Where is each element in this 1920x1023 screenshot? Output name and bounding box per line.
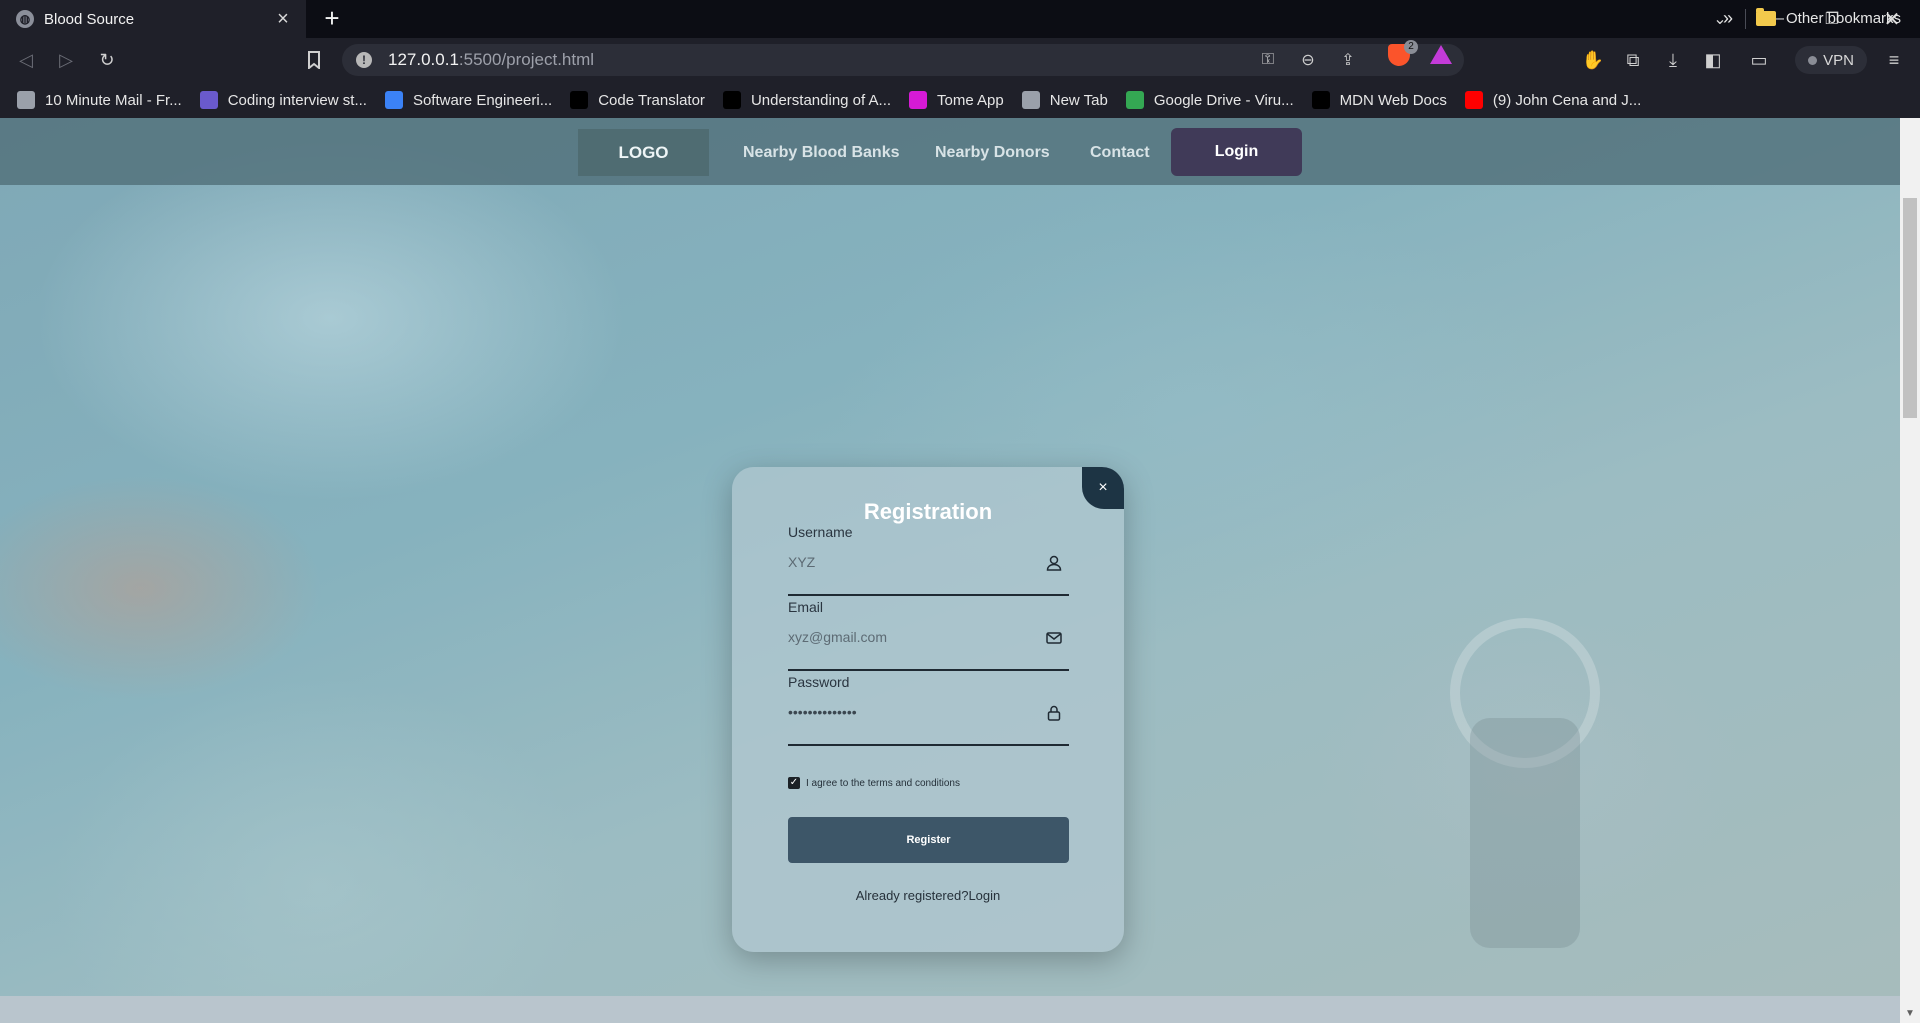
bookmark-label: Google Drive - Viru... [1153, 91, 1294, 109]
password-field[interactable]: Password •••••••••••••• [788, 674, 1069, 746]
site-info-icon[interactable]: ! [356, 52, 372, 68]
page-footer-strip [0, 996, 1900, 1023]
brave-rewards-icon[interactable] [1430, 45, 1452, 64]
bookmark-label: New Tab [1049, 91, 1108, 109]
user-icon [1046, 555, 1062, 571]
vpn-button[interactable]: VPN [1795, 46, 1867, 74]
background-strap-shape [1470, 718, 1580, 948]
username-field[interactable]: Username XYZ [788, 524, 1069, 596]
url-text: 127.0.0.1:5500/project.html [388, 50, 595, 69]
bookmark-item[interactable]: (9) John Cena and J... [1456, 86, 1650, 114]
password-label: Password [788, 674, 850, 690]
at-icon [384, 91, 403, 109]
page-scrollbar[interactable]: ▼ [1900, 118, 1920, 1023]
bookmark-icon [308, 51, 320, 69]
drive-icon [1125, 91, 1144, 109]
key-icon[interactable]: ⚿ [1256, 48, 1280, 72]
terms-label: I agree to the terms and conditions [806, 777, 960, 789]
already-registered-text: Already registered?Login [732, 888, 1124, 903]
page-viewport: LOGO Nearby Blood Banks Nearby Donors Co… [0, 118, 1900, 1023]
email-input[interactable]: xyz@gmail.com [788, 629, 887, 645]
bookmark-item[interactable]: New Tab [1013, 86, 1117, 114]
bookmark-label: (9) John Cena and J... [1492, 91, 1642, 109]
globe-icon [1021, 91, 1040, 109]
bookmark-item[interactable]: Software Engineeri... [376, 86, 561, 114]
close-tab-icon[interactable]: × [272, 8, 294, 30]
tab-title: Blood Source [44, 10, 135, 28]
wallet-icon[interactable]: ▭ [1745, 46, 1773, 74]
bookmark-label: Software Engineeri... [412, 91, 553, 109]
other-bookmarks-folder[interactable]: Other bookmarks [1756, 4, 1901, 32]
nav-link-contact[interactable]: Contact [1090, 129, 1150, 176]
username-input[interactable]: XYZ [788, 554, 815, 570]
vpn-status-icon [1808, 55, 1818, 65]
email-field[interactable]: Email xyz@gmail.com [788, 599, 1069, 671]
login-link[interactable]: Login [968, 888, 1000, 903]
other-bookmarks-label: Other bookmarks [1786, 9, 1902, 27]
browser-tab-active[interactable]: ◍ Blood Source × [0, 0, 306, 38]
youtube-icon [1464, 91, 1483, 109]
terms-row: ✓ I agree to the terms and conditions [788, 777, 960, 789]
browser-toolbar: ◁ ▷ ↻ ! 127.0.0.1:5500/project.html ⚿ ⊖ … [0, 38, 1920, 82]
nav-link-donors[interactable]: Nearby Donors [935, 129, 1050, 176]
reload-button[interactable]: ↻ [93, 46, 121, 74]
nav-link-blood-banks[interactable]: Nearby Blood Banks [743, 129, 899, 176]
already-registered-label: Already registered? [855, 888, 969, 903]
share-icon[interactable]: ⇪ [1336, 48, 1360, 72]
password-input[interactable]: •••••••••••••• [788, 704, 857, 720]
bookmark-item[interactable]: Understanding of A... [714, 86, 900, 114]
bookmark-item[interactable]: 10 Minute Mail - Fr... [8, 86, 191, 114]
nav-login-button[interactable]: Login [1171, 128, 1302, 176]
downloads-icon[interactable]: ⤓ [1659, 46, 1687, 74]
bookmark-item[interactable]: Google Drive - Viru... [1117, 86, 1303, 114]
email-label: Email [788, 599, 824, 615]
scrollbar-thumb[interactable] [1903, 198, 1917, 418]
address-bar[interactable]: ! 127.0.0.1:5500/project.html ⚿ ⊖ ⇪ [342, 44, 1464, 76]
new-tab-button[interactable]: + [318, 5, 346, 33]
terms-checkbox[interactable]: ✓ [788, 777, 800, 789]
username-label: Username [788, 524, 853, 540]
form-title: Registration [863, 499, 993, 524]
back-button[interactable]: ◁ [12, 46, 40, 74]
bookmark-label: Tome App [937, 91, 1004, 109]
bookmarks-divider [1745, 9, 1746, 29]
bookmark-label: Understanding of A... [750, 91, 892, 109]
scroll-down-arrow-icon[interactable]: ▼ [1900, 1005, 1920, 1023]
lock-icon [1047, 705, 1061, 721]
bookmark-label: Coding interview st... [227, 91, 367, 109]
mdn-icon [1311, 91, 1330, 109]
triangle-icon [570, 91, 589, 109]
menu-icon[interactable]: ≡ [1880, 46, 1908, 74]
bookmark-page-button[interactable] [300, 46, 328, 74]
bookmark-item[interactable]: Code Translator [561, 86, 714, 114]
zoom-out-icon[interactable]: ⊖ [1296, 48, 1320, 72]
browser-tab-bar: ◍ Blood Source × + ⌄ — ❐ ✕ [0, 0, 1920, 38]
extension-hand-icon[interactable]: ✋ [1579, 46, 1607, 74]
more-bookmarks-chevron-icon[interactable]: » [1716, 4, 1740, 32]
vpn-label: VPN [1823, 51, 1854, 69]
medium-icon [722, 91, 741, 109]
bookmark-label: MDN Web Docs [1339, 91, 1447, 109]
bookmark-label: 10 Minute Mail - Fr... [45, 91, 182, 109]
extensions-puzzle-icon[interactable]: ⧉ [1619, 46, 1647, 74]
bookmark-item[interactable]: Tome App [900, 86, 1013, 114]
folder-icon [1756, 7, 1776, 26]
registration-card: × Registration Username XYZ Email xyz@gm… [732, 467, 1124, 952]
ring-icon [909, 91, 928, 109]
bookmark-item[interactable]: Coding interview st... [191, 86, 376, 114]
site-navbar: LOGO Nearby Blood Banks Nearby Donors Co… [0, 118, 1900, 185]
globe-icon: ◍ [16, 10, 34, 28]
site-logo[interactable]: LOGO [578, 129, 709, 176]
bookmark-label: Code Translator [598, 91, 705, 109]
bookmarks-bar: 10 Minute Mail - Fr... Coding interview s… [0, 82, 1920, 118]
envelope-icon [1046, 632, 1062, 644]
shields-count-badge: 2 [1404, 40, 1418, 54]
forward-button[interactable]: ▷ [52, 46, 80, 74]
code-icon [199, 91, 218, 109]
mail-globe-icon [17, 91, 35, 109]
bookmark-item[interactable]: MDN Web Docs [1303, 86, 1456, 114]
sidebar-icon[interactable]: ◧ [1699, 46, 1727, 74]
register-button[interactable]: Register [788, 817, 1069, 863]
